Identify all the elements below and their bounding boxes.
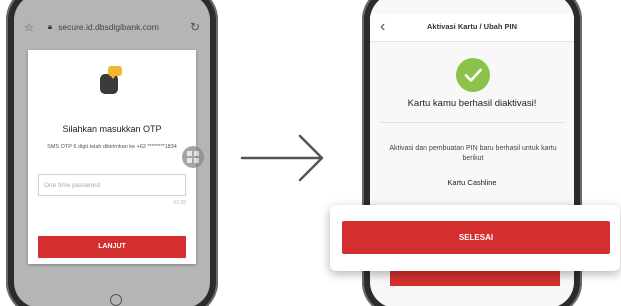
divider: [380, 122, 566, 123]
home-indicator[interactable]: [110, 294, 122, 306]
otp-description: SMS OTP 6 digit telah dikirimkan ke +62 …: [47, 144, 177, 150]
activation-info-text: Aktivasi dan pembuatan PIN baru berhasil…: [389, 145, 557, 162]
check-icon: [456, 58, 490, 92]
star-icon[interactable]: ☆: [24, 21, 34, 34]
arrow-right-icon: [240, 134, 324, 182]
reload-icon[interactable]: ↻: [190, 20, 200, 34]
otp-card: Silahkan masukkan OTP SMS OTP 6 digit te…: [28, 50, 196, 264]
grid-menu-icon[interactable]: [182, 146, 204, 168]
left-phone-frame: ☆ 🔒︎ secure.id.dbsdigibank.com ↻ Silahka…: [6, 0, 218, 306]
otp-title: Silahkan masukkan OTP: [62, 124, 162, 134]
otp-input[interactable]: [38, 174, 186, 196]
browser-address-bar[interactable]: ☆ 🔒︎ secure.id.dbsdigibank.com ↻: [14, 16, 210, 38]
success-message: Kartu kamu berhasil diaktivasi!: [407, 98, 537, 109]
left-phone-screen: ☆ 🔒︎ secure.id.dbsdigibank.com ↻ Silahka…: [14, 0, 210, 306]
app-header: ‹ Aktivasi Kartu / Ubah PIN: [370, 14, 574, 42]
card-name: Kartu Cashline: [447, 178, 497, 187]
selesai-button[interactable]: SELESAI: [342, 221, 610, 254]
phone-otp-icon: [98, 66, 124, 96]
otp-timer: 01:58: [173, 200, 186, 206]
selesai-callout-card: SELESAI: [330, 205, 620, 271]
browser-url[interactable]: secure.id.dbsdigibank.com: [58, 22, 184, 32]
lock-icon: 🔒︎: [47, 22, 53, 31]
page-title: Aktivasi Kartu / Ubah PIN: [426, 22, 518, 31]
lanjut-button[interactable]: LANJUT: [38, 236, 186, 258]
